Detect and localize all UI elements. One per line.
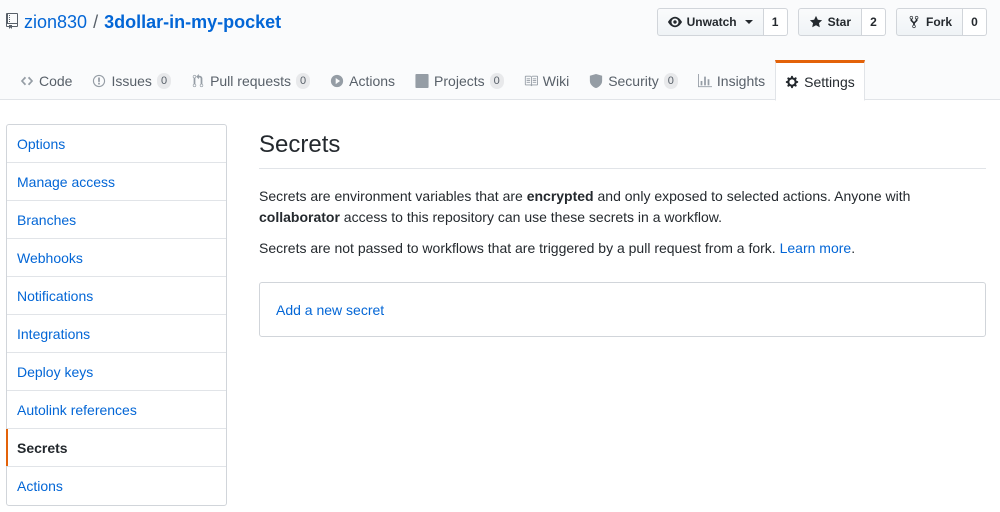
menu-item-actions[interactable]: Actions (7, 467, 226, 505)
repo-header: zion830 / 3dollar-in-my-pocket Unwatch 1… (0, 0, 1000, 101)
add-secret-box: Add a new secret (259, 282, 986, 337)
projects-counter: 0 (489, 73, 504, 89)
bold-encrypted: encrypted (526, 188, 594, 204)
bold-collaborator: collaborator (259, 209, 340, 225)
fork-button[interactable]: Fork (895, 8, 963, 36)
menu-item-autolink-references[interactable]: Autolink references (7, 391, 226, 429)
secrets-description: Secrets are environment variables that a… (259, 188, 911, 225)
fork-note: Secrets are not passed to workflows that… (259, 240, 856, 256)
tab-settings[interactable]: Settings (775, 60, 865, 101)
tab-issues[interactable]: Issues 0 (82, 60, 181, 100)
menu-item-integrations[interactable]: Integrations (7, 315, 226, 353)
graph-icon (697, 74, 712, 88)
tab-actions[interactable]: Actions (320, 60, 405, 100)
code-icon (20, 76, 34, 86)
issues-counter: 0 (156, 73, 172, 89)
forks-count[interactable]: 0 (963, 8, 987, 36)
tab-actions-label: Actions (349, 73, 396, 89)
git-pull-request-icon (192, 74, 204, 88)
menu-item-deploy-keys[interactable]: Deploy keys (7, 353, 226, 391)
tab-pull-requests-label: Pull requests (210, 73, 291, 89)
repo-name-link[interactable]: 3dollar-in-my-pocket (104, 12, 281, 33)
project-icon (415, 74, 429, 88)
subhead: Secrets (259, 124, 986, 169)
shield-icon (590, 74, 603, 88)
issue-opened-icon (93, 74, 106, 88)
tab-insights-label: Insights (716, 73, 766, 89)
unwatch-button[interactable]: Unwatch (656, 8, 764, 36)
tab-wiki-label: Wiki (542, 73, 570, 89)
pull-requests-counter: 0 (296, 73, 311, 89)
star-button[interactable]: Star (797, 8, 862, 36)
tab-wiki[interactable]: Wiki (514, 60, 579, 100)
secrets-panel: Secrets Secrets are environment variable… (259, 124, 986, 337)
menu-item-branches[interactable]: Branches (7, 201, 226, 239)
gear-icon (786, 75, 799, 88)
settings-menu: Options Manage access Branches Webhooks Noti… (6, 124, 227, 506)
repo-nav: Code Issues 0 Pull requests 0 Actions Pr… (0, 60, 865, 101)
security-counter: 0 (663, 73, 678, 89)
tab-projects-label: Projects (434, 73, 485, 89)
repo-title: zion830 / 3dollar-in-my-pocket (6, 10, 281, 34)
star-label: Star (827, 15, 851, 29)
repo-actions: Unwatch 1 Star 2 Fork 0 (656, 8, 987, 36)
page-title: Secrets (259, 131, 341, 158)
fork-icon (909, 15, 919, 29)
stargazers-count[interactable]: 2 (861, 8, 886, 36)
chevron-down-icon (744, 20, 753, 24)
tab-issues-label: Issues (111, 73, 152, 89)
star-icon (809, 15, 822, 28)
fork-label: Fork (925, 15, 952, 29)
add-secret-link[interactable]: Add a new secret (276, 302, 384, 318)
star-group: Star 2 (797, 8, 886, 36)
learn-more-link[interactable]: Learn more (780, 240, 852, 256)
tab-projects[interactable]: Projects 0 (405, 60, 514, 100)
book-icon (524, 75, 538, 87)
fork-group: Fork 0 (895, 8, 987, 36)
play-icon (331, 74, 344, 88)
menu-item-manage-access[interactable]: Manage access (7, 163, 226, 201)
watchers-count[interactable]: 1 (763, 8, 788, 36)
eye-icon (667, 16, 682, 28)
tab-pull-requests[interactable]: Pull requests 0 (181, 60, 320, 100)
menu-item-options[interactable]: Options (7, 125, 226, 163)
watch-group: Unwatch 1 (656, 8, 788, 36)
tab-settings-label: Settings (804, 73, 855, 90)
menu-item-webhooks[interactable]: Webhooks (7, 239, 226, 277)
tab-security-label: Security (608, 73, 659, 89)
unwatch-label: Unwatch (686, 15, 737, 29)
menu-item-notifications[interactable]: Notifications (7, 277, 226, 315)
menu-item-secrets[interactable]: Secrets (6, 429, 226, 467)
tab-insights[interactable]: Insights (688, 60, 775, 100)
repo-icon (6, 13, 20, 31)
tab-security[interactable]: Security 0 (579, 60, 688, 100)
repo-separator: / (93, 11, 99, 32)
repo-owner-link[interactable]: zion830 (24, 12, 87, 33)
tab-code[interactable]: Code (10, 60, 82, 100)
tab-code-label: Code (39, 73, 73, 89)
